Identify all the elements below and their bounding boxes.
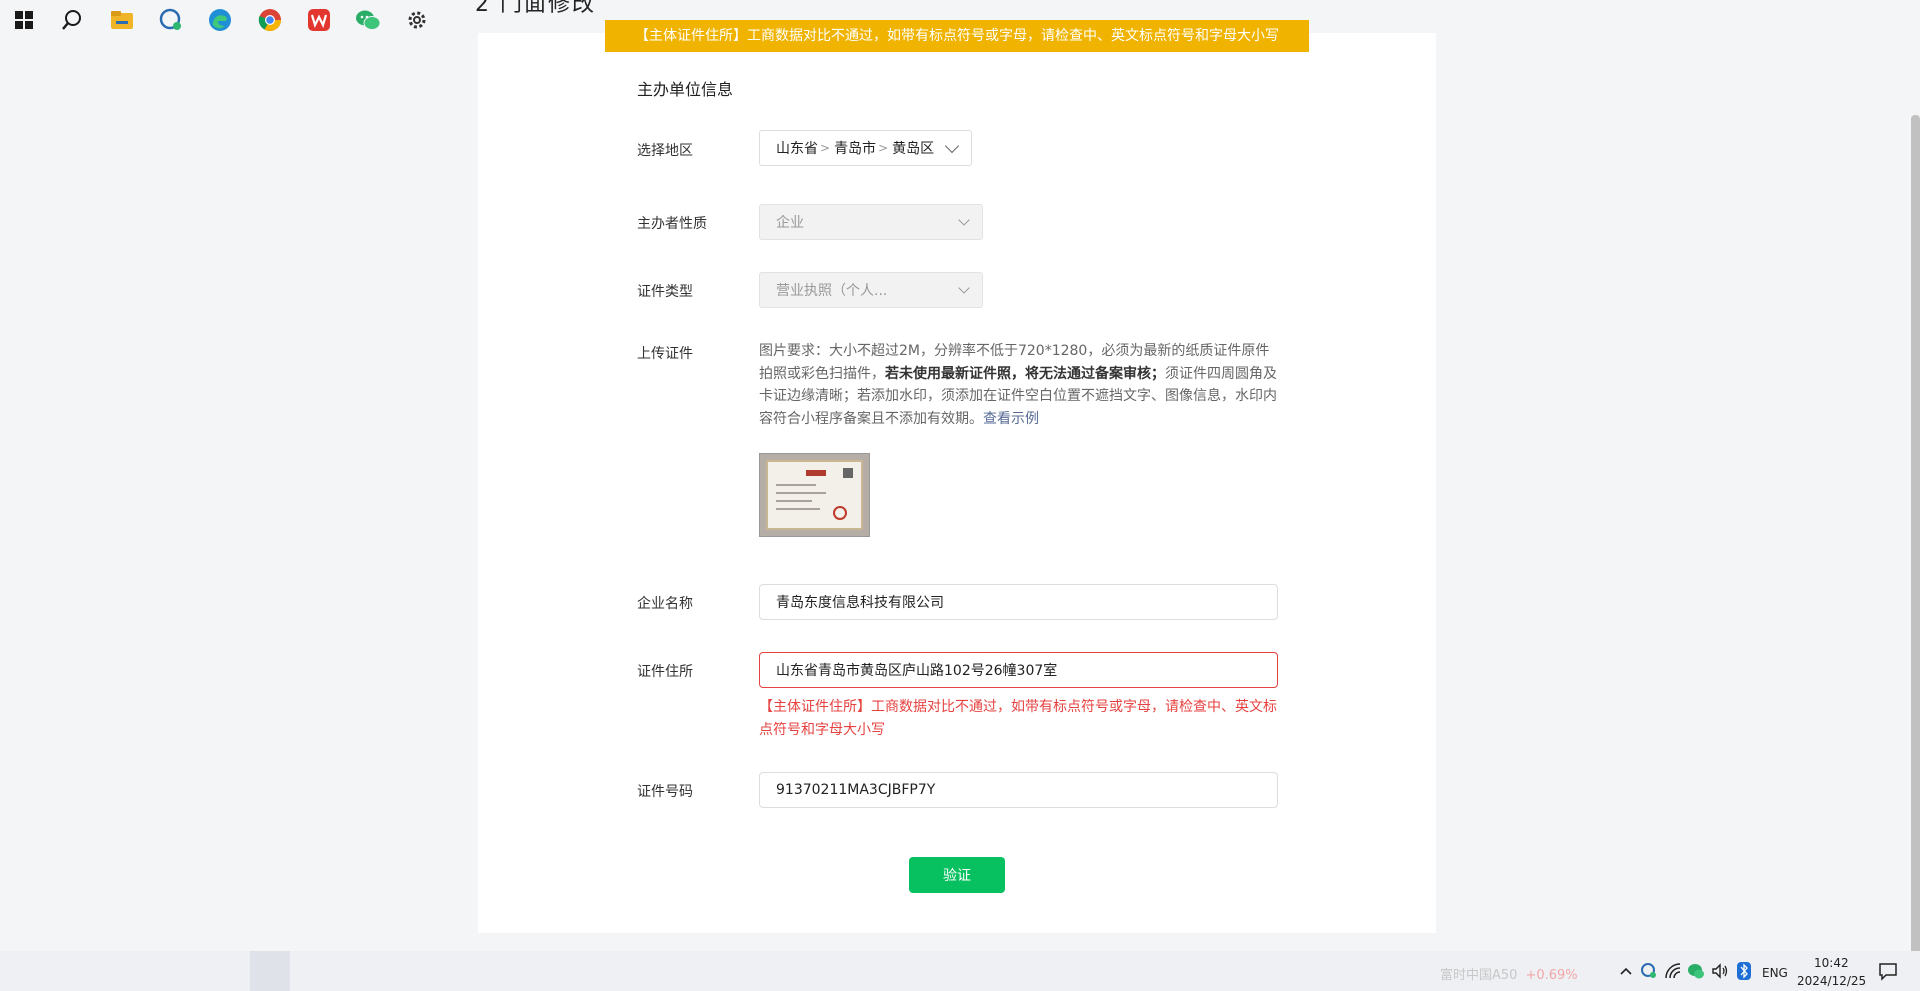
verify-button[interactable]: 验证: [909, 857, 1005, 893]
cert-address-label: 证件住所: [637, 664, 693, 680]
wechat-icon[interactable]: [355, 7, 381, 33]
district-value: 黄岛区: [892, 141, 935, 157]
host-nature-select[interactable]: 企业: [759, 204, 983, 240]
chat-tray-icon[interactable]: [1636, 958, 1662, 984]
scrollbar-thumb[interactable]: [1911, 115, 1920, 955]
company-name-input[interactable]: 青岛东度信息科技有限公司: [759, 584, 1278, 620]
wechat-tray-icon[interactable]: [1683, 958, 1709, 984]
page-title-partial: 2 门面修改: [475, 0, 596, 17]
cert-type-select[interactable]: 营业执照（个人...: [759, 272, 983, 308]
wps-office-icon[interactable]: [306, 7, 332, 33]
edge-browser-icon[interactable]: [207, 7, 233, 33]
volume-icon[interactable]: [1707, 958, 1733, 984]
chevron-down-icon: [944, 138, 960, 154]
host-nature-label: 主办者性质: [637, 216, 707, 232]
error-alert-bar: 【主体证件住所】工商数据对比不通过，如带有标点符号或字母，请检查中、英文标点符号…: [605, 20, 1309, 52]
stock-change: +0.69%: [1525, 968, 1578, 983]
host-nature-value: 企业: [776, 215, 804, 231]
clock-date[interactable]: 2024/12/25: [1797, 974, 1866, 988]
settings-gear-icon[interactable]: [404, 7, 430, 33]
cert-type-label: 证件类型: [637, 284, 693, 300]
cert-address-error: 【主体证件住所】工商数据对比不通过，如带有标点符号或字母，请检查中、英文标点符号…: [759, 699, 1277, 738]
cert-address-input[interactable]: 山东省青岛市黄岛区庐山路102号26幢307室: [759, 652, 1278, 688]
notification-icon[interactable]: [1875, 958, 1901, 984]
stock-name: 富时中国A50: [1440, 968, 1518, 983]
chevron-down-icon: [958, 282, 970, 294]
chevron-right-icon: >: [878, 141, 889, 155]
taskbar-active-highlight: [250, 951, 290, 991]
cert-number-input[interactable]: 91370211MA3CJBFP7Y: [759, 772, 1278, 808]
search-icon[interactable]: [59, 7, 85, 33]
city-value: 青岛市: [834, 141, 877, 157]
chrome-browser-icon[interactable]: [257, 7, 283, 33]
windows-start-icon[interactable]: [11, 7, 37, 33]
view-example-link[interactable]: 查看示例: [983, 411, 1039, 427]
chevron-right-icon: >: [820, 141, 831, 155]
file-explorer-icon[interactable]: [109, 7, 135, 33]
section-title: 主办单位信息: [637, 80, 734, 99]
region-selector[interactable]: 山东省 > 青岛市 > 黄岛区: [759, 130, 972, 166]
upload-desc-bold: 若未使用最新证件照，将无法通过备案审核；: [885, 365, 1165, 382]
chevron-down-icon: [958, 214, 970, 226]
chat-app-icon[interactable]: [158, 7, 184, 33]
cert-number-label: 证件号码: [637, 784, 693, 800]
certificate-image: [766, 460, 863, 530]
uploaded-certificate-thumbnail[interactable]: [759, 453, 870, 537]
company-name-label: 企业名称: [637, 596, 693, 612]
region-label: 选择地区: [637, 143, 693, 159]
clock-time[interactable]: 10:42: [1814, 956, 1849, 970]
stock-ticker-widget[interactable]: 富时中国A50 +0.69%: [1440, 964, 1578, 983]
cert-type-value: 营业执照（个人...: [776, 283, 888, 299]
bluetooth-icon[interactable]: [1731, 958, 1757, 984]
province-value: 山东省: [776, 141, 818, 157]
input-language-indicator[interactable]: ENG: [1762, 966, 1788, 980]
upload-label: 上传证件: [637, 346, 693, 362]
upload-requirements: 图片要求：大小不超过2M，分辨率不低于720*1280，必须为最新的纸质证件原件…: [759, 340, 1279, 430]
